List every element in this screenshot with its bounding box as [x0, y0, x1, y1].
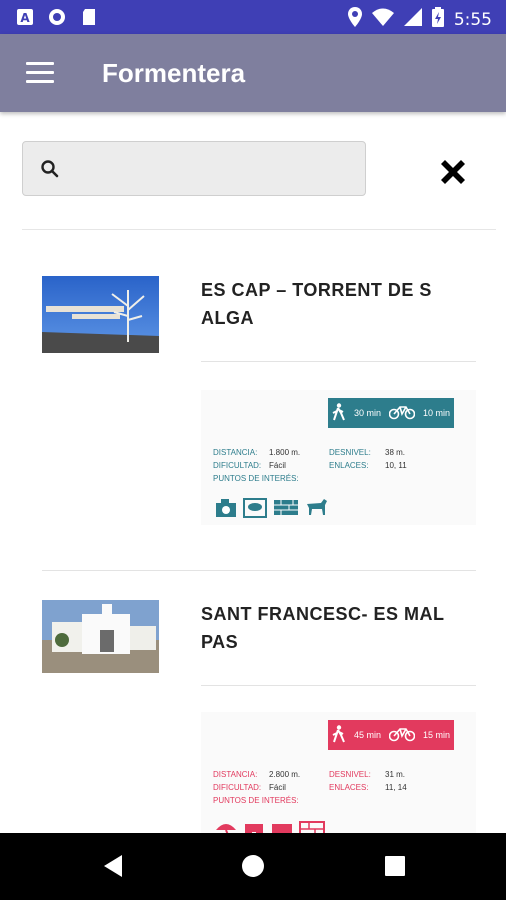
- distance-label: DISTANCIA:: [213, 448, 258, 457]
- svg-text:A: A: [20, 11, 30, 25]
- camera-icon: [215, 498, 237, 518]
- difficulty-value: Fácil: [269, 783, 286, 792]
- route-info-card[interactable]: 30 min 10 min DISTANCIA: 1.800 m. DESNIVEL…: [201, 390, 476, 525]
- circle-icon: [48, 8, 66, 26]
- route-thumbnail: [42, 276, 159, 353]
- points-of-interest-label: PUNTOS DE INTERÉS:: [213, 474, 299, 483]
- links-label: ENLACES:: [329, 783, 369, 792]
- clock: 5:55: [453, 9, 492, 30]
- divider: [201, 685, 476, 686]
- links-value: 11, 14: [385, 783, 407, 792]
- sd-card-icon: [80, 8, 98, 26]
- duration-badge: 45 min 15 min: [328, 720, 454, 750]
- recents-icon[interactable]: [382, 853, 408, 879]
- difficulty-value: Fácil: [269, 461, 286, 470]
- elevation-label: DESNIVEL:: [329, 770, 371, 779]
- route-stats: DISTANCIA: 1.800 m. DESNIVEL: 38 m. DIFICUL…: [213, 446, 445, 485]
- difficulty-label: DIFICULTAD:: [213, 783, 262, 792]
- route-stats: DISTANCIA: 2.800 m. DESNIVEL: 31 m. DIFICUL…: [213, 768, 445, 807]
- route-info-card[interactable]: 45 min 15 min DISTANCIA: 2.800 m. DESNIVEL…: [201, 712, 476, 833]
- walking-icon: [332, 403, 346, 423]
- poi-icons: [215, 820, 325, 833]
- a-icon: A: [16, 8, 34, 26]
- links-value: 10, 11: [385, 461, 407, 470]
- links-label: ENLACES:: [329, 461, 369, 470]
- umbrella-icon: [215, 820, 237, 833]
- duration-badge: 30 min 10 min: [328, 398, 454, 428]
- wifi-icon: [371, 8, 394, 31]
- bike-time: 10 min: [422, 408, 450, 418]
- bricks-icon: [299, 820, 325, 833]
- walking-icon: [332, 725, 346, 745]
- distance-label: DISTANCIA:: [213, 770, 258, 779]
- route-title: ES CAP – TORRENT DE S ALGA: [201, 280, 432, 328]
- difficulty-label: DIFICULTAD:: [213, 461, 262, 470]
- back-icon[interactable]: [100, 853, 126, 879]
- app-bar: Formentera: [0, 34, 506, 112]
- viewpoint-icon: [243, 498, 267, 518]
- home-icon[interactable]: [240, 853, 266, 879]
- points-of-interest-label: PUNTOS DE INTERÉS:: [213, 796, 299, 805]
- wall-icon: [271, 820, 293, 833]
- close-icon[interactable]: [436, 155, 470, 189]
- elevation-value: 38 m.: [385, 448, 406, 457]
- elevation-label: DESNIVEL:: [329, 448, 371, 457]
- distance-value: 2.800 m.: [269, 770, 301, 779]
- list-item[interactable]: ES CAP – TORRENT DE S ALGA 30 min 10 min…: [0, 230, 506, 571]
- route-title: SANT FRANCESC- ES MAL PAS: [201, 604, 445, 652]
- status-bar: A 5:55: [0, 0, 506, 34]
- animal-icon: [305, 498, 329, 518]
- navigation-bar: [0, 833, 506, 900]
- wall-icon: [273, 498, 299, 518]
- building-icon: [243, 820, 265, 833]
- list-item[interactable]: SANT FRANCESC- ES MAL PAS 45 min 15 min …: [0, 570, 506, 833]
- location-icon: [347, 7, 362, 32]
- search-box[interactable]: [22, 141, 366, 196]
- menu-icon[interactable]: [26, 62, 54, 84]
- route-thumbnail: [42, 600, 159, 673]
- bike-time: 15 min: [422, 730, 450, 740]
- walking-time: 45 min: [353, 730, 381, 740]
- bicycle-icon: [388, 726, 416, 744]
- signal-icon: [403, 8, 422, 31]
- battery-icon: [431, 7, 444, 32]
- search-icon: [41, 160, 59, 183]
- search-input[interactable]: [75, 152, 359, 188]
- distance-value: 1.800 m.: [269, 448, 301, 457]
- poi-icons: [215, 498, 329, 518]
- walking-time: 30 min: [353, 408, 381, 418]
- elevation-value: 31 m.: [385, 770, 406, 779]
- divider: [201, 361, 476, 362]
- page-title: Formentera: [102, 58, 246, 88]
- bicycle-icon: [388, 404, 416, 422]
